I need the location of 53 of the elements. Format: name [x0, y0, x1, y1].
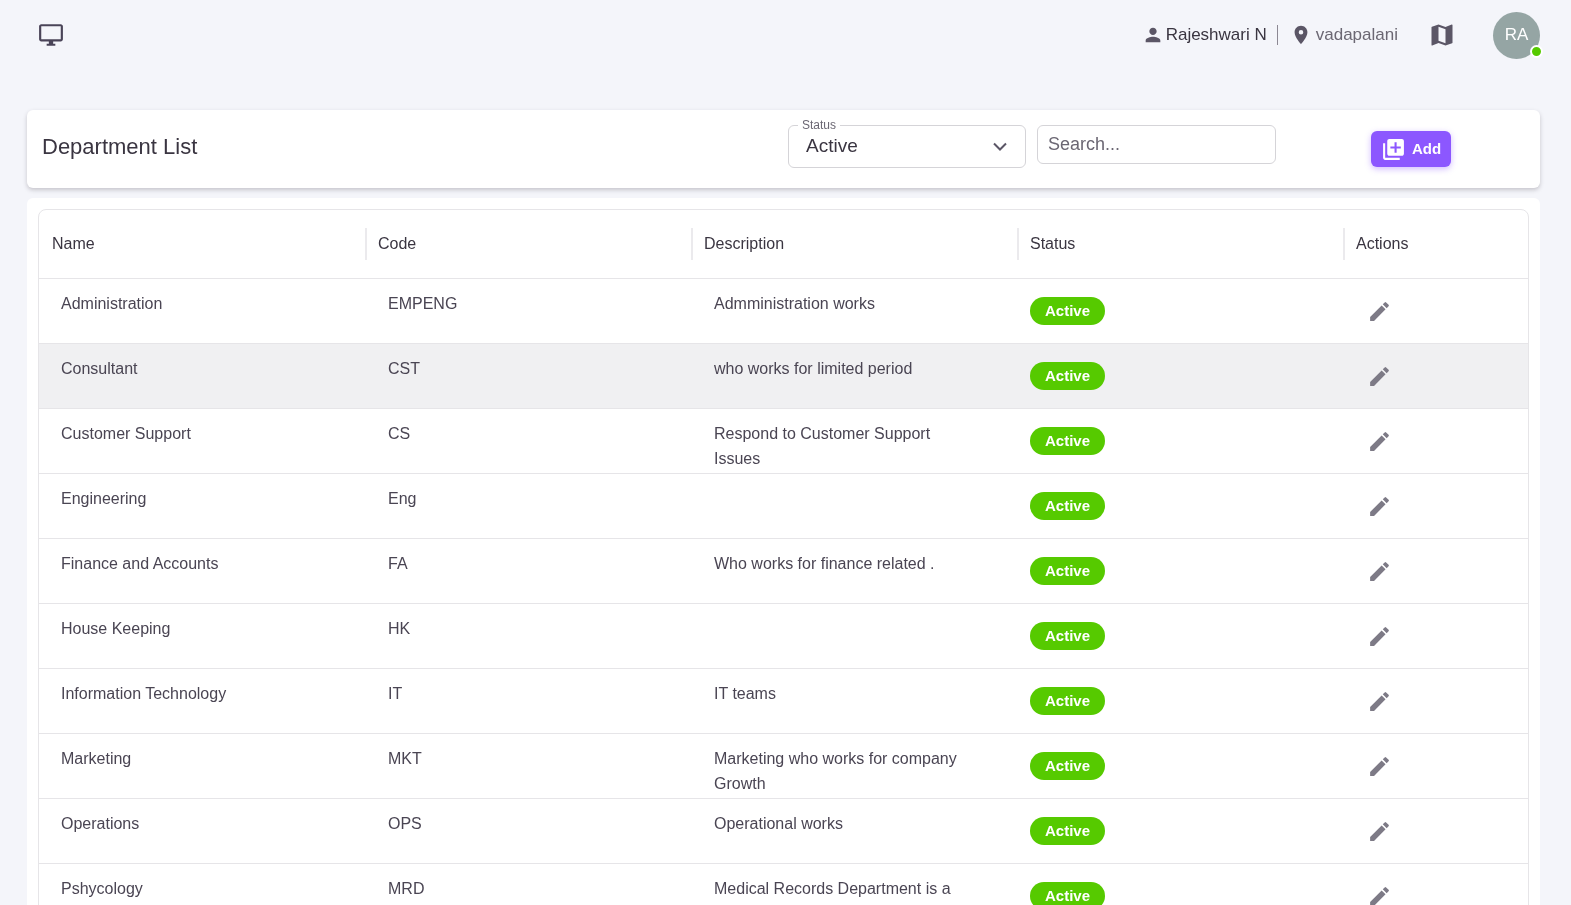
table-cell: FA	[388, 555, 408, 572]
table-cell: CS	[388, 425, 411, 442]
status-badge: Active	[1030, 817, 1106, 845]
search-field[interactable]: Search...	[1037, 125, 1276, 164]
table-cell: Consultant	[61, 360, 138, 377]
table-cell-text: Medical Records Department is a	[714, 879, 952, 899]
table-cell: Customer Support	[61, 425, 191, 442]
page-title: Department List	[42, 133, 198, 161]
status-badge: Active	[1030, 882, 1106, 905]
column-header: Description	[704, 234, 785, 254]
table-cell-text: Admministration works	[714, 294, 876, 314]
status-badge: Active	[1030, 557, 1106, 585]
table-cell: Engineering	[61, 490, 147, 507]
table-cell-text: IT teams	[714, 684, 777, 704]
table-cell-text: who works for limited period	[714, 359, 914, 379]
table-cell: CST	[388, 360, 420, 377]
table-cell: OPS	[388, 815, 422, 832]
status-badge: Active	[1030, 297, 1106, 325]
table-cell: IT	[388, 685, 403, 702]
table-cell: Finance and Accounts	[61, 555, 219, 572]
user-name: Rajeshwari N	[1165, 24, 1267, 47]
table-cell: House Keeping	[61, 620, 171, 637]
table-cell: Information Technology	[61, 685, 227, 702]
column-header: Code	[378, 234, 417, 254]
column-header: Name	[52, 234, 95, 254]
chevron-down-icon	[993, 142, 1007, 151]
status-badge: Active	[1030, 362, 1106, 390]
select-value: Active	[806, 135, 858, 157]
table-cell: HK	[388, 620, 411, 637]
column-header: Actions	[1356, 234, 1409, 254]
table-cell-text: Operational works	[714, 814, 844, 834]
table-cell-text: Marketing who works for company Growth	[714, 749, 958, 794]
location-text: vadapalani	[1315, 24, 1398, 47]
status-badge: Active	[1030, 427, 1106, 455]
table-cell: Pshycology	[61, 880, 143, 897]
table-cell: MKT	[388, 750, 422, 767]
add-button[interactable]: Add	[1371, 131, 1451, 167]
status-badge: Active	[1030, 492, 1106, 520]
monitor-icon[interactable]	[38, 22, 64, 48]
table-cell: Administration	[61, 295, 163, 312]
table-cell-text: Who works for finance related .	[714, 554, 936, 574]
table-cell-text: Respond to Customer Support Issues	[714, 424, 932, 469]
table-cell: Marketing	[61, 750, 132, 767]
table-cell: Operations	[61, 815, 140, 832]
table-cell: EMPENG	[388, 295, 458, 312]
table-cell: Eng	[388, 490, 417, 507]
status-badge: Active	[1030, 622, 1106, 650]
status-badge: Active	[1030, 687, 1106, 715]
user-avatar[interactable]: RA	[1493, 11, 1540, 59]
add-library-icon	[1380, 136, 1406, 162]
status-badge: Active	[1030, 752, 1106, 780]
column-header: Status	[1030, 234, 1076, 254]
table-cell: MRD	[388, 880, 425, 897]
